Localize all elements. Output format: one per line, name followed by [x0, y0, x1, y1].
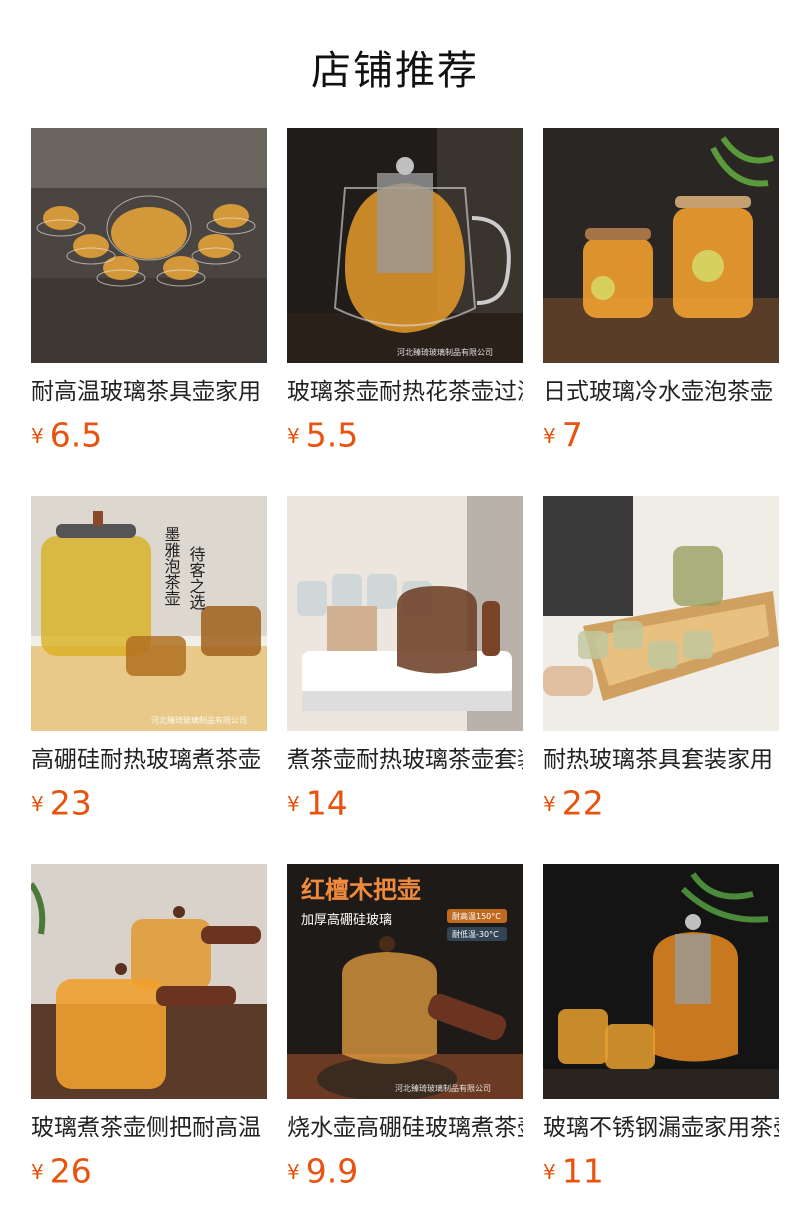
- glass-tea-set-photo: [31, 128, 267, 363]
- product-price: ¥6.5: [31, 415, 267, 456]
- steel-filter-teapot-photo: 河北臻琦玻璃制品有限公司: [287, 128, 523, 363]
- product-name[interactable]: 日式玻璃冷水壶泡茶壶: [543, 377, 779, 407]
- teapot-tray-cups-photo: [287, 496, 523, 731]
- price-value: 6.5: [49, 415, 103, 455]
- watermark-text: 河北臻琦玻璃制品有限公司: [397, 347, 493, 357]
- product-card[interactable]: 红檀木把壶 加厚高硼硅玻璃 耐高温150°C 耐低温-30°C 河北臻琦玻璃制品…: [287, 864, 523, 1192]
- product-image[interactable]: [287, 496, 523, 731]
- product-price: ¥14: [287, 783, 523, 824]
- product-price: ¥11: [543, 1151, 779, 1192]
- product-price: ¥23: [31, 783, 267, 824]
- price-value: 11: [561, 1151, 604, 1191]
- overlay-tag-high: 耐高温150°C: [452, 911, 501, 921]
- watermark-text: 河北臻琦玻璃制品有限公司: [395, 1083, 491, 1093]
- product-image[interactable]: [31, 864, 267, 1099]
- currency-symbol: ¥: [31, 1159, 44, 1184]
- product-price: ¥5.5: [287, 415, 523, 456]
- product-name[interactable]: 烧水壶高硼硅玻璃煮茶壶: [287, 1113, 523, 1143]
- product-card[interactable]: 煮茶壶耐热玻璃茶壶套装 ¥14: [287, 496, 523, 824]
- product-card[interactable]: 墨雅泡茶壶 待客之选 河北臻琦玻璃制品有限公司 高硼硅耐热玻璃煮茶壶 ¥23: [31, 496, 267, 824]
- product-name[interactable]: 玻璃煮茶壶侧把耐高温: [31, 1113, 267, 1143]
- overlay-title: 红檀木把壶: [301, 876, 421, 904]
- product-name[interactable]: 玻璃不锈钢漏壶家用茶壶: [543, 1113, 779, 1143]
- overlay-subtitle: 加厚高硼硅玻璃: [301, 912, 392, 928]
- product-price: ¥7: [543, 415, 779, 456]
- product-name[interactable]: 耐热玻璃茶具套装家用: [543, 745, 779, 775]
- side-handle-teapots-photo: [31, 864, 267, 1099]
- product-name[interactable]: 煮茶壶耐热玻璃茶壶套装: [287, 745, 523, 775]
- currency-symbol: ¥: [543, 791, 556, 816]
- product-card[interactable]: 玻璃煮茶壶侧把耐高温 ¥26: [31, 864, 267, 1192]
- currency-symbol: ¥: [543, 1159, 556, 1184]
- price-value: 9.9: [305, 1151, 359, 1191]
- boiling-teapot-set-photo: 墨雅泡茶壶 待客之选 河北臻琦玻璃制品有限公司: [31, 496, 267, 731]
- overlay-vertical-text: 墨雅泡茶壶: [162, 526, 181, 606]
- currency-symbol: ¥: [287, 423, 300, 448]
- currency-symbol: ¥: [287, 791, 300, 816]
- product-card[interactable]: 日式玻璃冷水壶泡茶壶 ¥7: [543, 128, 779, 456]
- product-image[interactable]: [543, 496, 779, 731]
- price-value: 14: [305, 783, 348, 823]
- price-value: 7: [561, 415, 583, 455]
- product-image[interactable]: 红檀木把壶 加厚高硼硅玻璃 耐高温150°C 耐低温-30°C 河北臻琦玻璃制品…: [287, 864, 523, 1099]
- product-image[interactable]: [31, 128, 267, 363]
- price-value: 22: [561, 783, 604, 823]
- price-value: 26: [49, 1151, 92, 1191]
- product-price: ¥22: [543, 783, 779, 824]
- currency-symbol: ¥: [287, 1159, 300, 1184]
- price-value: 23: [49, 783, 92, 823]
- product-card[interactable]: 耐热玻璃茶具套装家用 ¥22: [543, 496, 779, 824]
- bamboo-tray-set-photo: [543, 496, 779, 731]
- overlay-tag-low: 耐低温-30°C: [452, 929, 499, 939]
- cold-water-jugs-photo: [543, 128, 779, 363]
- currency-symbol: ¥: [31, 423, 44, 448]
- product-price: ¥26: [31, 1151, 267, 1192]
- product-name[interactable]: 耐高温玻璃茶具壶家用: [31, 377, 267, 407]
- product-card[interactable]: 河北臻琦玻璃制品有限公司 玻璃茶壶耐热花茶壶过滤 ¥5.5: [287, 128, 523, 456]
- watermark-text: 河北臻琦玻璃制品有限公司: [151, 715, 247, 725]
- steel-infuser-pot-photo: [543, 864, 779, 1099]
- product-card[interactable]: 玻璃不锈钢漏壶家用茶壶 ¥11: [543, 864, 779, 1192]
- product-image[interactable]: [543, 864, 779, 1099]
- product-image[interactable]: [543, 128, 779, 363]
- overlay-vertical-text: 待客之选: [187, 546, 206, 611]
- currency-symbol: ¥: [543, 423, 556, 448]
- product-image[interactable]: 墨雅泡茶壶 待客之选 河北臻琦玻璃制品有限公司: [31, 496, 267, 731]
- page-title: 店铺推荐: [311, 48, 479, 94]
- rosewood-handle-kettle-photo: 红檀木把壶 加厚高硼硅玻璃 耐高温150°C 耐低温-30°C 河北臻琦玻璃制品…: [287, 864, 523, 1099]
- product-name[interactable]: 玻璃茶壶耐热花茶壶过滤: [287, 377, 523, 407]
- product-name[interactable]: 高硼硅耐热玻璃煮茶壶: [31, 745, 267, 775]
- currency-symbol: ¥: [31, 791, 44, 816]
- product-image[interactable]: 河北臻琦玻璃制品有限公司: [287, 128, 523, 363]
- product-card[interactable]: 耐高温玻璃茶具壶家用 ¥6.5: [31, 128, 267, 456]
- product-price: ¥9.9: [287, 1151, 523, 1192]
- price-value: 5.5: [305, 415, 359, 455]
